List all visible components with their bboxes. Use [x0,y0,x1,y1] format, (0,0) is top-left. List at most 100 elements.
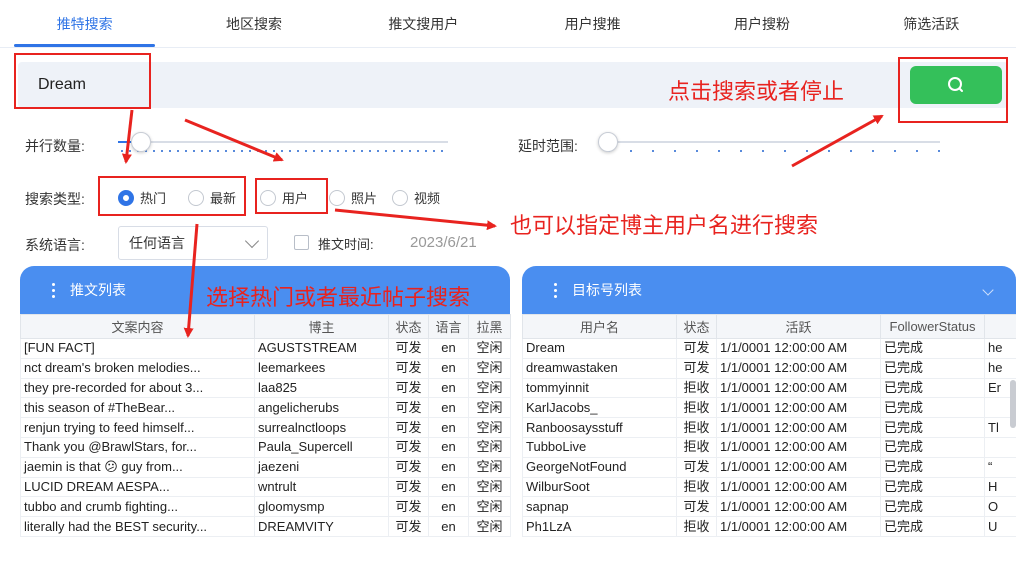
tab-filter-active[interactable]: 筛选活跃 [847,0,1016,47]
table-row[interactable]: literally had the BEST security... DREAMV… [20,516,511,537]
parallel-slider[interactable] [118,130,448,154]
column-header[interactable]: 用户名 [522,314,677,339]
table-cell: laa825 [254,377,389,399]
table-cell: 已完成 [880,456,985,478]
table-cell: nct dream's broken melodies... [20,357,255,379]
table-cell: 1/1/0001 12:00:00 AM [716,436,881,458]
table-cell: H [984,476,1016,498]
column-header[interactable]: 拉黑 [468,314,511,339]
table-cell: en [428,377,469,399]
annotation-user-search: 也可以指定博主用户名进行搜索 [510,213,819,238]
table-row[interactable]: tommyinnit 拒收 1/1/0001 12:00:00 AM 已完成 Er [522,377,1016,399]
table-cell: 已完成 [880,357,985,379]
table-cell: Thank you @BrawlStars, for... [20,436,255,458]
table-cell: gloomysmp [254,496,389,518]
radio-photo-dot [329,189,345,206]
column-header[interactable] [984,314,1016,339]
tab-user-search-tweets[interactable]: 用户搜推 [508,0,677,47]
tab-bar: 推特搜索 地区搜索 推文搜用户 用户搜推 用户搜粉 筛选活跃 [0,0,1016,48]
table-cell: en [428,456,469,478]
radio-video-dot [392,189,408,206]
delay-slider-thumb[interactable] [598,132,618,152]
table-row[interactable]: nct dream's broken melodies... leemarkees… [20,357,511,379]
table-cell: en [428,397,469,419]
table-cell: Paula_Supercell [254,436,389,458]
table-row[interactable]: LUCID DREAM AESPA... wntrult 可发 en 空闲 [20,476,511,498]
tab-user-search-followers[interactable]: 用户搜粉 [677,0,846,47]
table-cell: 拒收 [676,417,717,438]
annotation-box-button [898,57,1008,123]
chevron-down-icon[interactable] [982,284,994,296]
table-cell [984,436,1016,458]
table-cell: 空闲 [468,377,511,399]
parallel-slider-thumb[interactable] [131,132,151,152]
radio-photo-label: 照片 [351,191,378,206]
column-header[interactable]: 状态 [676,314,717,339]
tab-region-search[interactable]: 地区搜索 [169,0,338,47]
radio-video[interactable]: 视频 [392,188,440,207]
table-row[interactable]: tubbo and crumb fighting... gloomysmp 可发 en… [20,496,511,518]
table-cell: 1/1/0001 12:00:00 AM [716,417,881,438]
table-cell: 已完成 [880,516,985,537]
table-cell: 空闲 [468,357,511,379]
table-cell: 空闲 [468,436,511,458]
table-cell: 可发 [388,516,429,537]
table-cell: 1/1/0001 12:00:00 AM [716,516,881,537]
table-cell: 已完成 [880,476,985,498]
table-cell: en [428,417,469,438]
table-cell: en [428,476,469,498]
table-cell: dreamwastaken [522,357,677,379]
column-header[interactable]: FollowerStatus [880,314,985,339]
table-cell: 1/1/0001 12:00:00 AM [716,456,881,478]
language-select[interactable]: 任何语言 [118,226,268,260]
column-header[interactable]: 语言 [428,314,469,339]
table-cell: 已完成 [880,436,985,458]
targets-panel: 目标号列表 用户名 状态 活跃 FollowerStatus Dream 可发 1/… [522,266,1016,566]
table-cell: AGUSTSTREAM [254,338,389,359]
tweet-time-checkbox[interactable] [294,235,309,250]
table-row[interactable]: this season of #TheBear... angelicherubs 可… [20,397,511,419]
column-header[interactable]: 活跃 [716,314,881,339]
drag-handle-icon[interactable] [554,282,558,298]
targets-panel-title: 目标号列表 [572,282,642,298]
table-cell: 可发 [388,397,429,419]
table-cell: literally had the BEST security... [20,516,255,537]
table-row[interactable]: they pre-recorded for about 3... laa825 可发… [20,377,511,399]
table-cell: 空闲 [468,476,511,498]
table-row[interactable]: renjun trying to feed himself... surrealn… [20,417,511,438]
tweet-time-date[interactable]: 2023/6/21 [410,234,477,251]
tweets-panel-title: 推文列表 [70,282,126,298]
table-cell: 空闲 [468,516,511,537]
table-row[interactable]: GeorgeNotFound 可发 1/1/0001 12:00:00 AM 已完成 “ [522,456,1016,478]
table-row[interactable]: Dream 可发 1/1/0001 12:00:00 AM 已完成 he [522,338,1016,359]
tab-twitter-search[interactable]: 推特搜索 [0,0,169,47]
table-row[interactable]: Thank you @BrawlStars, for... Paula_Super… [20,436,511,458]
delay-slider[interactable] [598,130,940,154]
table-cell: 空闲 [468,338,511,359]
column-header[interactable]: 状态 [388,314,429,339]
table-row[interactable]: dreamwastaken 可发 1/1/0001 12:00:00 AM 已完成 he [522,357,1016,379]
table-row[interactable]: TubboLive 拒收 1/1/0001 12:00:00 AM 已完成 [522,436,1016,458]
table-cell: [FUN FACT] [20,338,255,359]
table-row[interactable]: sapnap 可发 1/1/0001 12:00:00 AM 已完成 O [522,496,1016,518]
tweets-table-header: 文案内容 博主 状态 语言 拉黑 [20,314,511,339]
table-cell: en [428,516,469,537]
table-row[interactable]: KarlJacobs_ 拒收 1/1/0001 12:00:00 AM 已完成 [522,397,1016,419]
radio-photo[interactable]: 照片 [329,188,377,207]
table-cell: 可发 [388,436,429,458]
table-cell: 拒收 [676,377,717,399]
tab-tweet-search-users[interactable]: 推文搜用户 [339,0,508,47]
scrollbar[interactable] [1010,380,1016,428]
table-cell: 可发 [388,476,429,498]
drag-handle-icon[interactable] [52,282,56,298]
column-header[interactable]: 博主 [254,314,389,339]
table-row[interactable]: Ranboosaysstuff 拒收 1/1/0001 12:00:00 AM 已完成… [522,417,1016,438]
table-row[interactable]: Ph1LzA 拒收 1/1/0001 12:00:00 AM 已完成 U [522,516,1016,537]
table-row[interactable]: jaemin is that 😕 guy from... jaezeni 可发 en 空… [20,456,511,478]
table-row[interactable]: [FUN FACT] AGUSTSTREAM 可发 en 空闲 [20,338,511,359]
table-row[interactable]: WilburSoot 拒收 1/1/0001 12:00:00 AM 已完成 H [522,476,1016,498]
table-cell: 拒收 [676,397,717,419]
column-header[interactable]: 文案内容 [20,314,255,339]
table-cell: this season of #TheBear... [20,397,255,419]
table-cell: Ranboosaysstuff [522,417,677,438]
